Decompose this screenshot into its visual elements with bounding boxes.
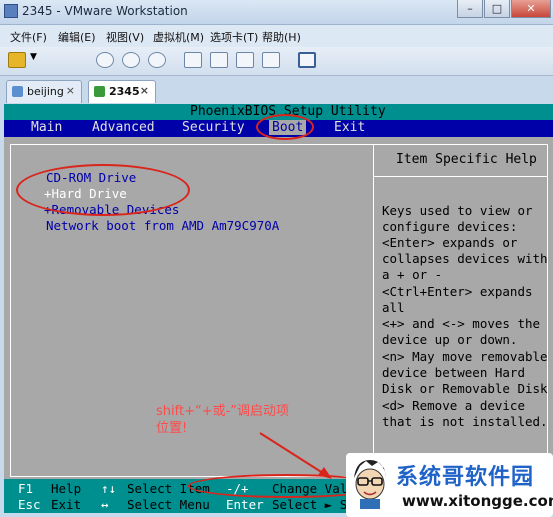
close-button[interactable]: ✕ xyxy=(511,0,551,18)
vm-tab-strip: beijing × 2345 × xyxy=(0,76,553,104)
help-line: device up or down. xyxy=(382,332,518,347)
help-line: all xyxy=(382,300,405,315)
bios-divider xyxy=(373,144,374,477)
bios-menu-advanced[interactable]: Advanced xyxy=(92,120,155,135)
help-line: collapses devices with xyxy=(382,251,548,266)
annotation-arrow xyxy=(259,432,332,479)
minimize-button[interactable]: – xyxy=(457,0,483,18)
toolbar: ▼ xyxy=(0,47,553,76)
vm-icon xyxy=(12,86,23,97)
mascot-logo-icon xyxy=(354,460,386,509)
unity-icon[interactable] xyxy=(210,52,228,68)
vmware-app-icon xyxy=(4,4,18,18)
tab-2345[interactable]: 2345 × xyxy=(88,80,156,103)
key-label: Enter xyxy=(226,497,264,512)
boot-devices-highlight-ellipse xyxy=(16,164,190,216)
menu-help[interactable]: 帮助(H) xyxy=(262,29,301,45)
quick-switch-icon[interactable] xyxy=(298,52,316,68)
watermark-name: 系统哥软件园 xyxy=(396,465,535,490)
help-line: Disk or Removable Disk xyxy=(382,381,548,396)
key-desc: Select Menu xyxy=(127,497,210,512)
menu-file[interactable]: 文件(F) xyxy=(10,29,47,45)
help-line: that is not installed. xyxy=(382,414,548,429)
window-controls: – □ ✕ xyxy=(456,0,551,18)
boot-device-network[interactable]: Network boot from AMD Am79C970A xyxy=(46,218,279,233)
help-line: a + or - xyxy=(382,267,443,282)
console-view-icon[interactable] xyxy=(236,52,254,68)
revert-icon[interactable] xyxy=(122,52,140,68)
key-desc: Help xyxy=(51,481,82,496)
help-line: <n> May move removable xyxy=(382,349,548,364)
menu-tabs[interactable]: 选项卡(T) xyxy=(210,29,258,45)
help-line: <Ctrl+Enter> expands xyxy=(382,284,533,299)
fullscreen-icon[interactable] xyxy=(184,52,202,68)
key-label: F1 xyxy=(18,481,34,496)
site-watermark: 系统哥软件园 www.xitongge.com xyxy=(346,453,553,517)
bios-menu-security[interactable]: Security xyxy=(182,120,245,135)
vm-console-bios[interactable]: PhoenixBIOS Setup Utility Main Advanced … xyxy=(4,104,553,513)
help-line: device between Hard xyxy=(382,365,525,380)
bios-menu-exit[interactable]: Exit xyxy=(334,120,365,135)
vm-running-icon xyxy=(94,86,105,97)
title-bar: 2345 - VMware Workstation – □ ✕ xyxy=(0,0,553,25)
thumbnail-icon[interactable] xyxy=(262,52,280,68)
help-line: <+> and <-> moves the xyxy=(382,316,541,331)
tab-label: 2345 xyxy=(109,85,140,98)
close-tab-icon[interactable]: × xyxy=(66,84,75,97)
tab-beijing[interactable]: beijing × xyxy=(6,80,82,103)
menu-bar: 文件(F) 编辑(E) 视图(V) 虚拟机(M) 选项卡(T) 帮助(H) xyxy=(0,25,553,47)
window-title: 2345 - VMware Workstation xyxy=(22,4,188,18)
help-line: configure devices: xyxy=(382,219,518,234)
tab-label: beijing xyxy=(27,85,64,98)
menu-view[interactable]: 视图(V) xyxy=(106,29,144,45)
annotation-text: 位置! xyxy=(156,421,188,436)
dropdown-icon[interactable]: ▼ xyxy=(30,52,40,68)
key-label: ↑↓ xyxy=(101,481,117,496)
help-line: Keys used to view or xyxy=(382,203,533,218)
manage-snapshots-icon[interactable] xyxy=(148,52,166,68)
help-line: <d> Remove a device xyxy=(382,398,525,413)
close-tab-icon[interactable]: × xyxy=(140,84,149,97)
pause-icon[interactable] xyxy=(8,52,26,68)
key-label: Esc xyxy=(18,497,41,512)
menu-edit[interactable]: 编辑(E) xyxy=(58,29,96,45)
boot-menu-highlight-ellipse xyxy=(256,114,314,140)
bios-help-separator xyxy=(373,176,548,177)
watermark-url: www.xitongge.com xyxy=(402,492,553,510)
bios-menu-main[interactable]: Main xyxy=(31,120,62,135)
key-label: ↔ xyxy=(101,497,109,512)
help-title: Item Specific Help xyxy=(396,152,537,167)
snapshot-icon[interactable] xyxy=(96,52,114,68)
maximize-button[interactable]: □ xyxy=(484,0,510,18)
help-line: <Enter> expands or xyxy=(382,235,518,250)
key-desc: Exit xyxy=(51,497,82,512)
menu-vm[interactable]: 虚拟机(M) xyxy=(153,29,204,45)
